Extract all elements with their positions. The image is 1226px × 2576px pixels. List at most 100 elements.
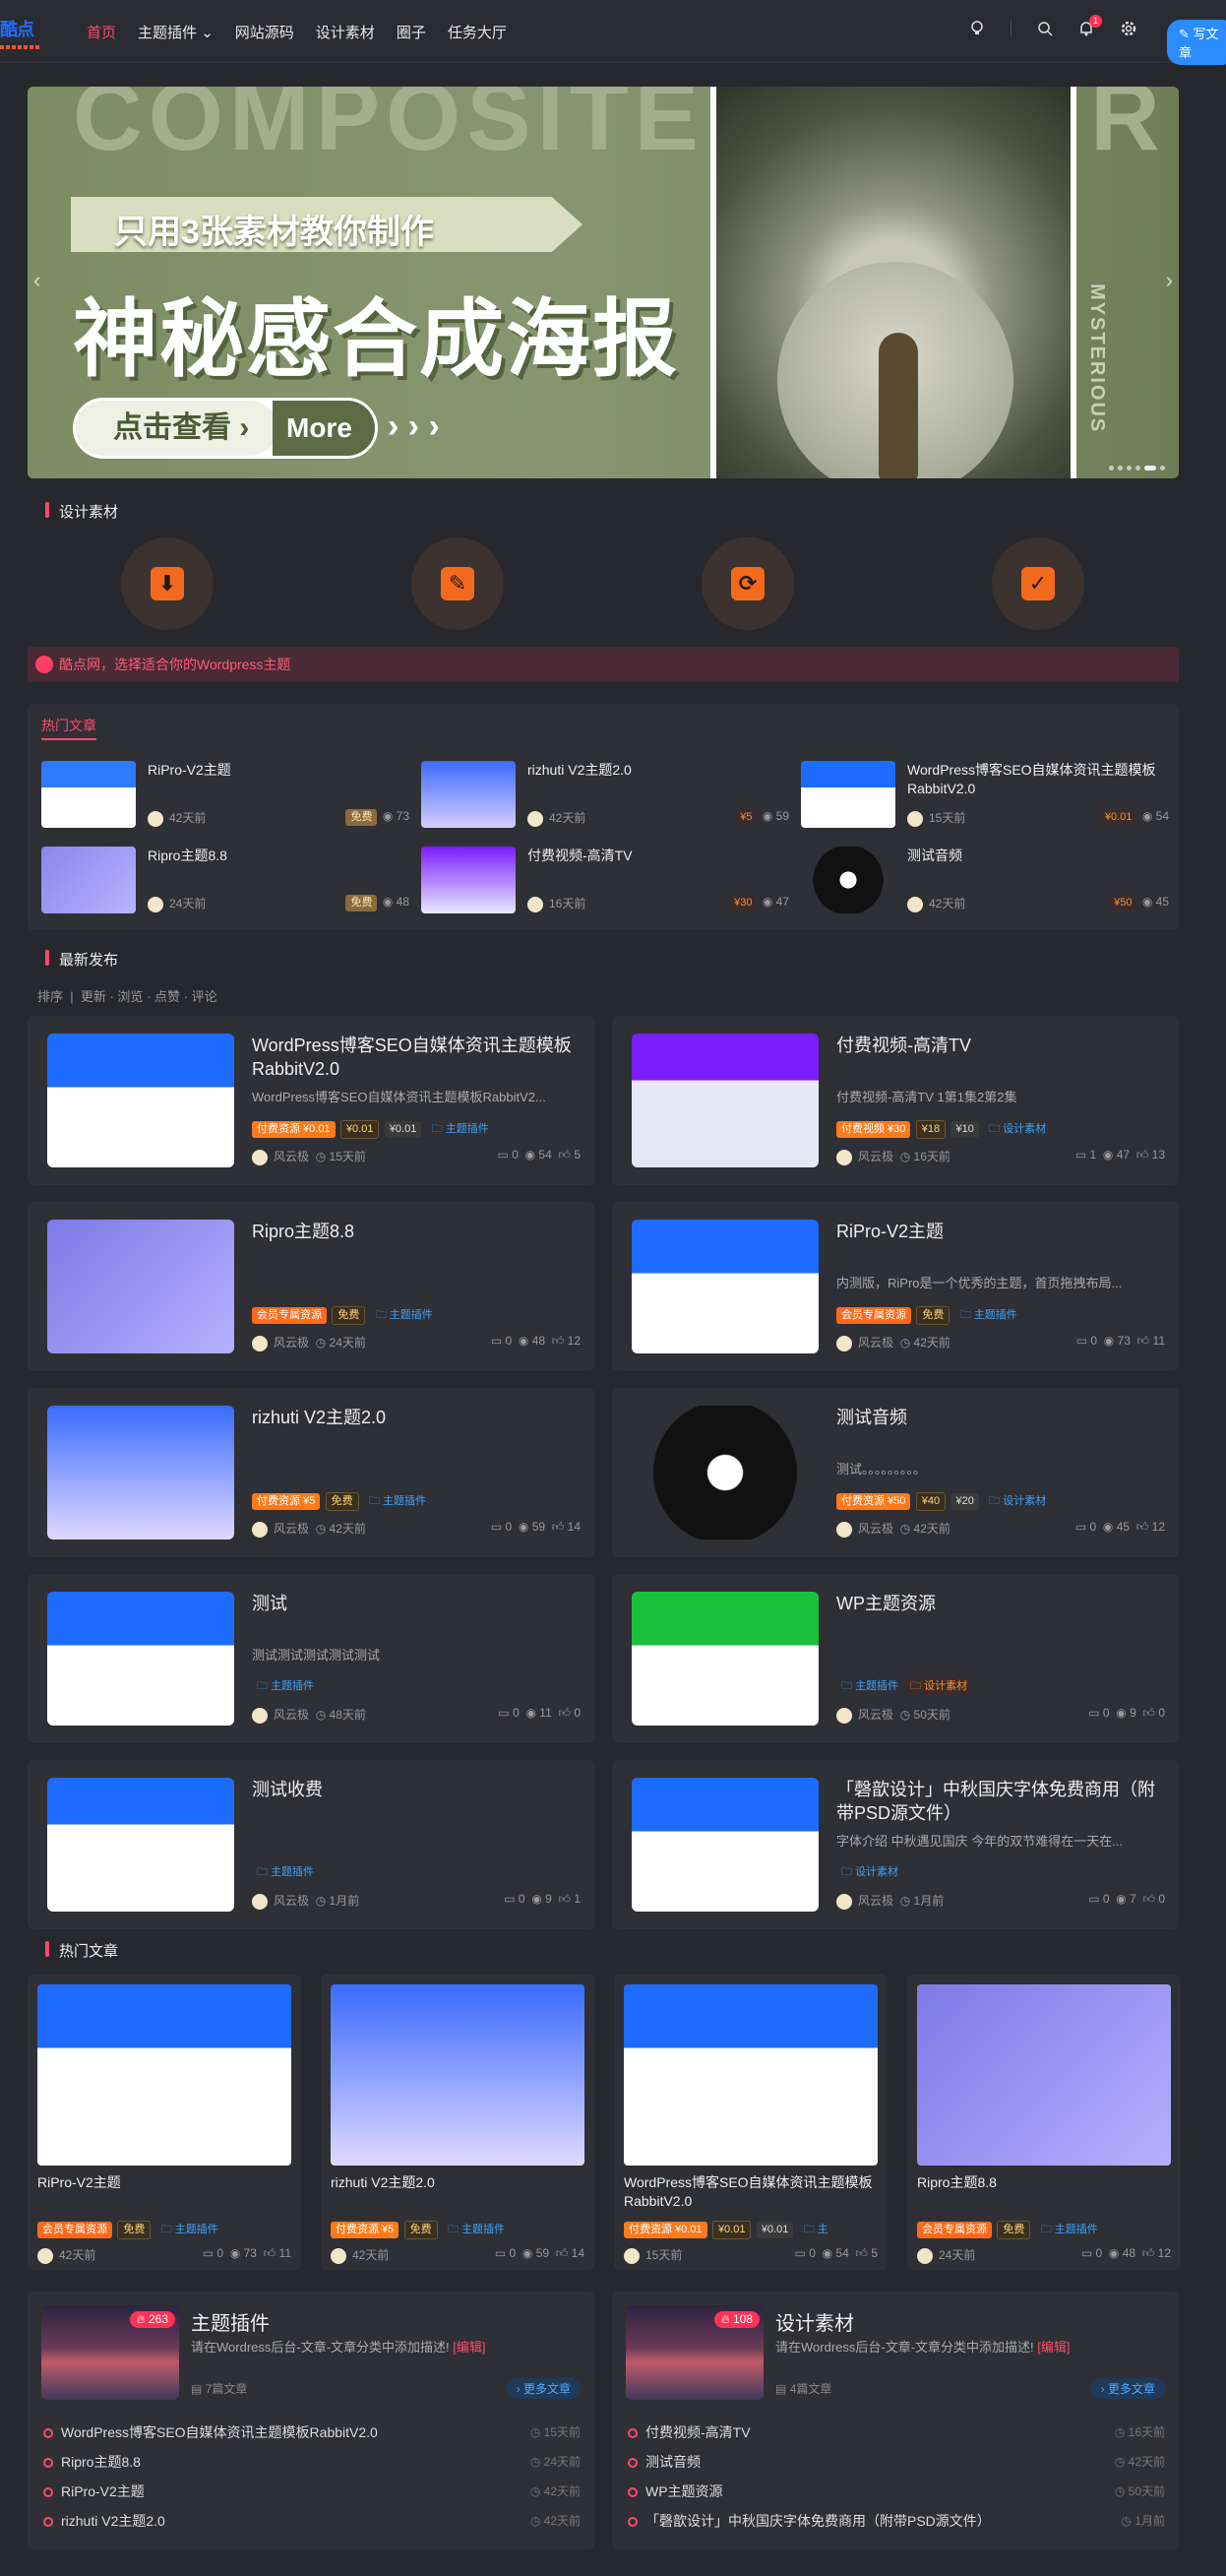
hot-item[interactable]: Ripro主题8.8 24天前 免费 ◉ 48 — [41, 847, 409, 915]
category-link[interactable]: 🗀 主题插件 — [364, 1493, 431, 1510]
list-item[interactable]: 付费视频-高清TV ◷ 16天前 — [628, 2418, 1165, 2447]
nav-theme-plugins[interactable]: 主题插件 ⌄ — [138, 22, 214, 42]
author-name[interactable]: 风云极 — [274, 1150, 309, 1163]
category-link[interactable]: 🗀 主题插件 — [955, 1307, 1022, 1324]
post-card[interactable]: 测试收费 🗀 主题插件 风云极 ◷ 1月前 ▭ 0 ◉ 9 👍︎ 1 — [28, 1760, 594, 1929]
post-title[interactable]: RiPro-V2主题 — [37, 2173, 291, 2192]
category-cover[interactable]: 🔥︎ 263 — [41, 2305, 179, 2400]
hot-post-card[interactable]: rizhuti V2主题2.0 付费资源 ¥5 免费 🗀 主题插件 42天前 ▭… — [321, 1975, 594, 2270]
post-thumbnail[interactable] — [632, 1034, 819, 1167]
post-thumbnail[interactable] — [632, 1592, 819, 1726]
hot-post-card[interactable]: Ripro主题8.8 会员专属资源 免费 🗀 主题插件 24天前 ▭ 0 ◉ 4… — [907, 1975, 1181, 2270]
post-title[interactable]: 测试 — [252, 1592, 582, 1615]
category-link[interactable]: 🗀 主题插件 — [252, 1678, 319, 1695]
list-item[interactable]: WordPress博客SEO自媒体资讯主题模板RabbitV2.0 ◷ 15天前 — [43, 2418, 581, 2447]
post-thumbnail[interactable] — [47, 1034, 234, 1167]
author-name[interactable]: 风云极 — [274, 1336, 309, 1350]
banner-cta-button[interactable]: 点击查看 › More — [73, 398, 378, 459]
post-card[interactable]: WordPress博客SEO自媒体资讯主题模板RabbitV2.0 WordPr… — [28, 1016, 594, 1185]
hot-item[interactable]: rizhuti V2主题2.0 42天前 ¥5 ◉ 59 — [421, 761, 789, 830]
post-thumbnail[interactable] — [47, 1406, 234, 1539]
pencil-icon[interactable]: ✎ — [411, 537, 504, 630]
author-name[interactable]: 风云极 — [858, 1522, 893, 1536]
post-thumbnail[interactable] — [47, 1592, 234, 1726]
nav-source-code[interactable]: 网站源码 — [235, 22, 294, 42]
write-article-button[interactable]: ✎ 写文章 — [1167, 20, 1226, 65]
nav-home[interactable]: 首页 — [87, 22, 116, 42]
sort-comments[interactable]: 评论 — [192, 989, 217, 1004]
hot-post-card[interactable]: WordPress博客SEO自媒体资讯主题模板RabbitV2.0 付费资源 ¥… — [614, 1975, 888, 2270]
category-name[interactable]: 主题插件 — [191, 2307, 270, 2336]
author-name[interactable]: 风云极 — [274, 1708, 309, 1722]
post-thumbnail[interactable] — [37, 1984, 291, 2166]
author-name[interactable]: 风云极 — [274, 1894, 309, 1908]
author-name[interactable]: 风云极 — [858, 1894, 893, 1908]
category-link[interactable]: 🗀 主 — [799, 2222, 833, 2238]
hot-item[interactable]: WordPress博客SEO自媒体资讯主题模板RabbitV2.0 15天前 ¥0… — [801, 761, 1169, 830]
list-item[interactable]: RiPro-V2主题 ◷ 42天前 — [43, 2477, 581, 2506]
list-item[interactable]: Ripro主题8.8 ◷ 24天前 — [43, 2447, 581, 2477]
author-name[interactable]: 风云极 — [858, 1150, 893, 1163]
category-link[interactable]: 🗀 主题插件 — [371, 1307, 438, 1324]
more-articles-button[interactable]: › 更多文章 — [506, 2378, 581, 2399]
post-thumbnail[interactable] — [632, 1778, 819, 1912]
post-card[interactable]: 测试音频 测试。。。。。。。。。 付费资源 ¥50 ¥40 ¥20 🗀 设计素材… — [612, 1388, 1179, 1557]
list-item[interactable]: 「磬歆设计」中秋国庆字体免费商用（附带PSD源文件） ◷ 1月前 — [628, 2506, 1165, 2536]
post-title[interactable]: 测试音频 — [836, 1406, 1167, 1429]
category-link[interactable]: 🗀 设计素材 — [905, 1678, 973, 1695]
hero-banner[interactable]: COMPOSITE R 只用3张素材教你制作 神秘感合成海报 点击查看 › Mo… — [28, 87, 1179, 478]
edit-link[interactable]: [编辑] — [1037, 2340, 1070, 2355]
post-card[interactable]: 「磬歆设计」中秋国庆字体免费商用（附带PSD源文件） 字体介绍 中秋遇见国庆 今… — [612, 1760, 1179, 1929]
post-card[interactable]: 付费视频-高清TV 付费视频-高清TV 1第1集2第2集 付费视频 ¥30 ¥1… — [612, 1016, 1179, 1185]
banner-prev-arrow[interactable]: ‹ — [33, 268, 40, 293]
post-title[interactable]: rizhuti V2主题2.0 — [252, 1406, 582, 1429]
author-name[interactable]: 风云极 — [858, 1336, 893, 1350]
list-item[interactable]: 测试音频 ◷ 42天前 — [628, 2447, 1165, 2477]
hot-item[interactable]: RiPro-V2主题 42天前 免费 ◉ 73 — [41, 761, 409, 830]
nav-design[interactable]: 设计素材 — [316, 22, 375, 42]
post-thumbnail[interactable] — [632, 1406, 819, 1539]
list-item[interactable]: rizhuti V2主题2.0 ◷ 42天前 — [43, 2506, 581, 2536]
banner-next-arrow[interactable]: › — [1166, 268, 1173, 293]
post-title[interactable]: WordPress博客SEO自媒体资讯主题模板RabbitV2.0 — [624, 2173, 878, 2211]
post-title[interactable]: rizhuti V2主题2.0 — [331, 2173, 584, 2192]
hot-item[interactable]: 测试音频 42天前 ¥50 ◉ 45 — [801, 847, 1169, 915]
nav-circle[interactable]: 圈子 — [397, 22, 426, 42]
post-thumbnail[interactable] — [624, 1984, 878, 2166]
checkbox-icon[interactable]: ✓ — [992, 537, 1084, 630]
post-thumbnail[interactable] — [47, 1220, 234, 1353]
post-thumbnail[interactable] — [47, 1778, 234, 1912]
author-name[interactable]: 风云极 — [858, 1708, 893, 1722]
post-title[interactable]: 付费视频-高清TV — [836, 1034, 1167, 1057]
category-link[interactable]: 🗀 设计素材 — [984, 1493, 1051, 1510]
category-link[interactable]: 🗀 主题插件 — [1036, 2222, 1103, 2238]
post-title[interactable]: 「磬歆设计」中秋国庆字体免费商用（附带PSD源文件） — [836, 1778, 1167, 1825]
more-articles-button[interactable]: › 更多文章 — [1090, 2378, 1165, 2399]
bell-icon[interactable]: 1 — [1078, 15, 1102, 36]
post-card[interactable]: Ripro主题8.8 会员专属资源 免费 🗀 主题插件 风云极 ◷ 24天前 ▭… — [28, 1202, 594, 1371]
post-thumbnail[interactable] — [331, 1984, 584, 2166]
category-link[interactable]: 🗀 主题插件 — [836, 1678, 903, 1695]
post-card[interactable]: rizhuti V2主题2.0 付费资源 ¥5 免费 🗀 主题插件 风云极 ◷ … — [28, 1388, 594, 1557]
author-name[interactable]: 风云极 — [274, 1522, 309, 1536]
category-link[interactable]: 🗀 主题插件 — [427, 1121, 494, 1138]
sort-views[interactable]: 浏览 — [117, 989, 143, 1004]
site-logo[interactable]: 酷点 — [0, 16, 43, 49]
post-title[interactable]: WP主题资源 — [836, 1592, 1167, 1615]
hot-post-card[interactable]: RiPro-V2主题 会员专属资源 免费 🗀 主题插件 42天前 ▭ 0 ◉ 7… — [28, 1975, 301, 2270]
post-thumbnail[interactable] — [917, 1984, 1171, 2166]
category-link[interactable]: 🗀 主题插件 — [252, 1864, 319, 1881]
post-title[interactable]: WordPress博客SEO自媒体资讯主题模板RabbitV2.0 — [252, 1034, 582, 1081]
sort-updated[interactable]: 更新 — [81, 989, 106, 1004]
hot-item[interactable]: 付费视频-高清TV 16天前 ¥30 ◉ 47 — [421, 847, 789, 915]
sort-likes[interactable]: 点赞 — [154, 989, 180, 1004]
post-title[interactable]: RiPro-V2主题 — [836, 1220, 1167, 1243]
gear-icon[interactable] — [1120, 20, 1137, 37]
search-icon[interactable] — [1037, 21, 1053, 36]
refresh-icon[interactable]: ⟳ — [702, 537, 794, 630]
category-link[interactable]: 🗀 主题插件 — [443, 2222, 510, 2238]
post-card[interactable]: RiPro-V2主题 内测版，RiPro是一个优秀的主题，首页拖拽布局... 会… — [612, 1202, 1179, 1371]
banner-pagination[interactable] — [1109, 466, 1165, 471]
category-name[interactable]: 设计素材 — [775, 2307, 854, 2336]
nav-tasks[interactable]: 任务大厅 — [448, 22, 507, 42]
